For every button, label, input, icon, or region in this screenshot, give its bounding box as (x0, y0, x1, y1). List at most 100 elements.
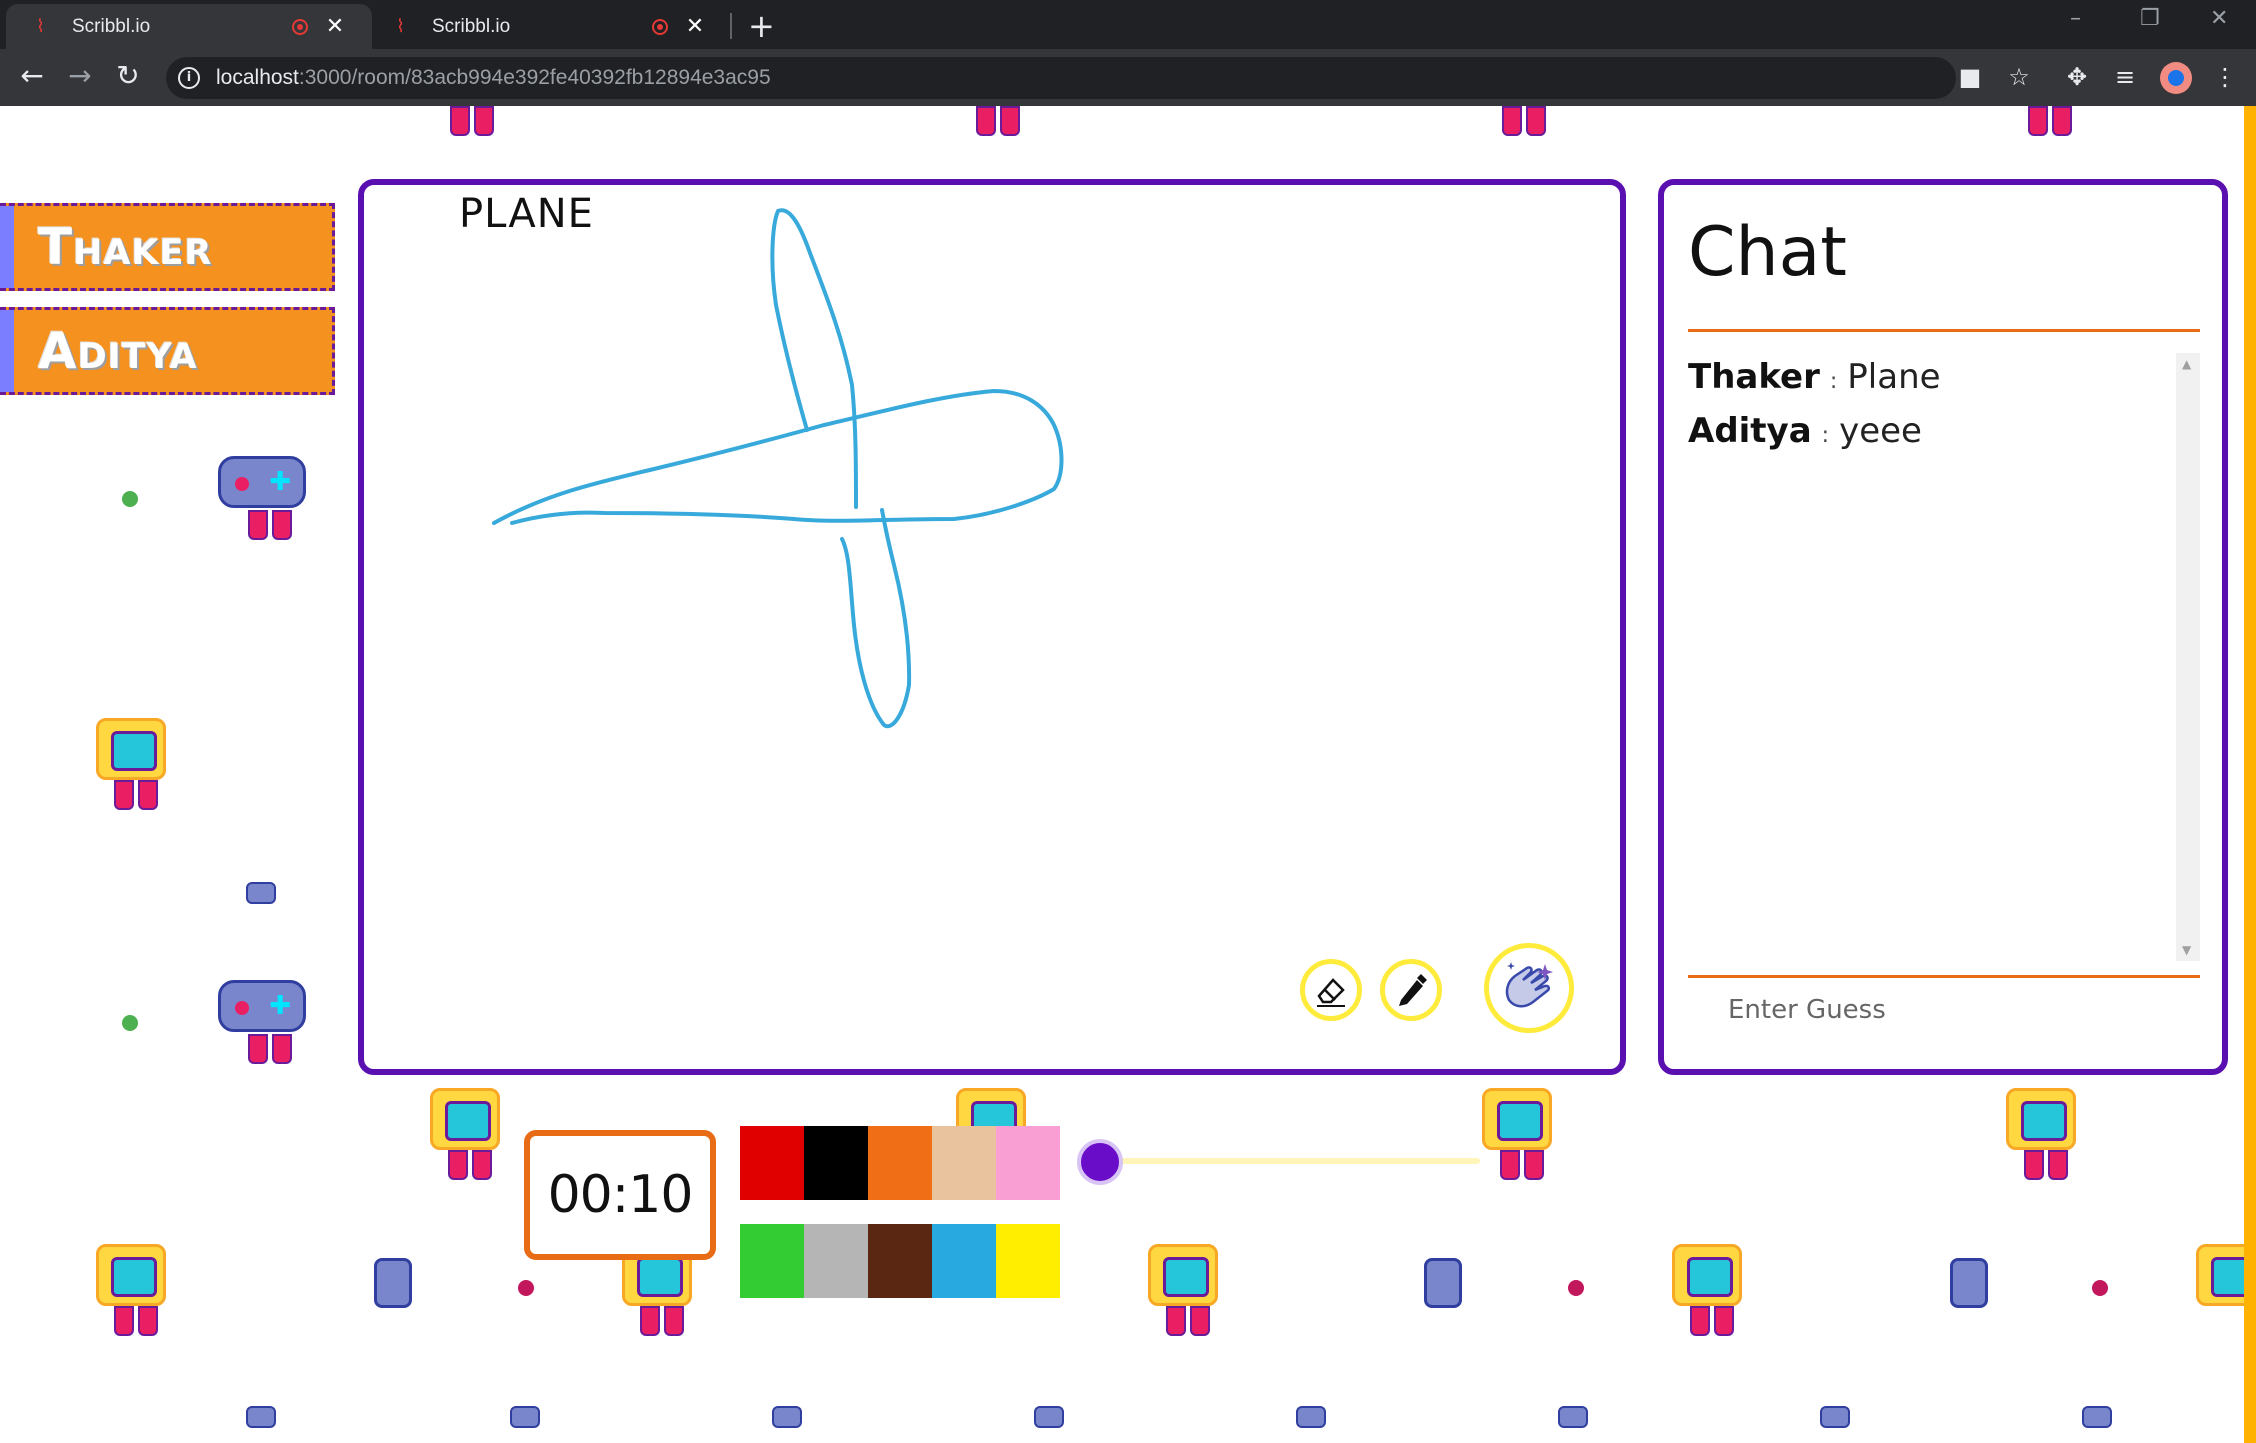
robot-legs-decoration-icon (640, 1306, 684, 1336)
mini-gamepad-decoration-icon (1820, 1406, 1850, 1428)
back-icon[interactable]: ← (14, 59, 50, 92)
mini-gamepad-decoration-icon (1558, 1406, 1588, 1428)
address-bar[interactable]: i localhost:3000/room/83acb994e392fe4039… (166, 57, 1956, 99)
robot-legs-decoration-icon (248, 1034, 292, 1064)
color-swatch-blue[interactable] (932, 1224, 996, 1298)
tab-separator (730, 13, 732, 39)
gamepad-decoration-icon (218, 980, 306, 1032)
mini-gamepad-decoration-icon (772, 1406, 802, 1428)
color-swatch-brown[interactable] (868, 1224, 932, 1298)
browser-tab-2[interactable]: ⌇ Scribbl.io ✕ (366, 4, 728, 49)
plane-sketch (492, 208, 1064, 729)
profile-avatar[interactable] (2160, 62, 2192, 94)
color-swatch-gray[interactable] (804, 1224, 868, 1298)
robot-decoration-icon (1672, 1244, 1742, 1306)
robot-decoration-icon (96, 718, 166, 780)
robot-decoration-icon (96, 1244, 166, 1306)
robot-decoration-icon (430, 1088, 500, 1150)
color-swatch-yellow[interactable] (996, 1224, 1060, 1298)
chat-divider-bottom (1688, 975, 2200, 978)
chat-message-text: yeee (1839, 411, 1922, 451)
chat-message-separator: : (1829, 369, 1838, 394)
dot-decoration (122, 1015, 138, 1031)
scroll-down-icon[interactable]: ▼ (2182, 943, 2191, 957)
robot-legs-decoration-icon (1166, 1306, 1210, 1336)
phone-decoration-icon (374, 1258, 412, 1308)
eraser-button[interactable] (1300, 959, 1362, 1021)
extensions-icon[interactable]: ✥ (2062, 63, 2092, 91)
browser-menu-icon[interactable]: ⋮ (2210, 63, 2240, 91)
eraser-icon (1317, 978, 1345, 1007)
media-controls-icon[interactable]: ≡ (2110, 63, 2140, 91)
color-swatch-beige[interactable] (932, 1126, 996, 1200)
pencil-button[interactable] (1380, 959, 1442, 1021)
browser-toolbar: ← → ↻ i localhost:3000/room/83acb994e392… (0, 49, 2256, 106)
mini-gamepad-decoration-icon (1296, 1406, 1326, 1428)
close-tab-icon[interactable]: ✕ (324, 14, 346, 39)
page-edge-decoration (2244, 106, 2256, 1443)
brush-size-slider[interactable] (1080, 1158, 1480, 1164)
pencil-icon (1399, 974, 1427, 1006)
close-tab-icon[interactable]: ✕ (684, 14, 706, 39)
dot-decoration (518, 1280, 534, 1296)
player-card-thaker: Thaker (0, 203, 335, 291)
bookmark-star-icon[interactable]: ☆ (2004, 63, 2034, 91)
scroll-up-icon[interactable]: ▲ (2182, 357, 2191, 371)
drawing-canvas[interactable]: PLANE (358, 179, 1626, 1075)
player-name: Aditya (38, 322, 198, 380)
reload-icon[interactable]: ↻ (110, 59, 146, 92)
clean-hands-icon (1505, 962, 1553, 1008)
color-swatch-red[interactable] (740, 1126, 804, 1200)
player-card-aditya: Aditya (0, 307, 335, 395)
close-window-icon[interactable]: ✕ (2210, 6, 2228, 31)
url-text[interactable]: localhost:3000/room/83acb994e392fe40392f… (216, 66, 771, 90)
gamepad-decoration-icon (218, 456, 306, 508)
color-swatch-orange[interactable] (868, 1126, 932, 1200)
robot-decoration-icon (2028, 106, 2072, 136)
color-swatch-pink[interactable] (996, 1126, 1060, 1200)
robot-legs-decoration-icon (1690, 1306, 1734, 1336)
chat-message-separator: : (1821, 423, 1830, 448)
chat-message-user: Thaker (1688, 357, 1820, 397)
tab-title: Scribbl.io (72, 15, 151, 37)
plane-lower-wing (840, 508, 912, 729)
mini-gamepad-decoration-icon (246, 882, 276, 904)
clear-canvas-button[interactable] (1484, 943, 1574, 1033)
url-path: :3000/room/83acb994e392fe40392fb12894e3a… (298, 66, 771, 89)
color-swatch-black[interactable] (804, 1126, 868, 1200)
dot-decoration (1568, 1280, 1584, 1296)
mini-gamepad-decoration-icon (246, 1406, 276, 1428)
chat-message: Aditya: yeee (1688, 407, 2200, 461)
forward-icon[interactable]: → (62, 59, 98, 92)
chat-message: Thaker: Plane (1688, 353, 2200, 407)
tab-title: Scribbl.io (432, 15, 511, 37)
robot-legs-decoration-icon (1500, 1150, 1544, 1180)
robot-decoration-icon (1502, 106, 1546, 136)
restore-window-icon[interactable]: ❐ (2140, 6, 2160, 31)
new-tab-icon[interactable]: + (748, 7, 775, 45)
robot-legs-decoration-icon (2024, 1150, 2068, 1180)
robot-decoration-icon (450, 106, 494, 136)
chat-message-list[interactable]: Thaker: Plane Aditya: yeee ▲ ▼ (1688, 353, 2200, 961)
robot-decoration-icon (2006, 1088, 2076, 1150)
recording-indicator-icon (652, 18, 668, 35)
recording-indicator-icon (292, 18, 308, 35)
color-swatch-green[interactable] (740, 1224, 804, 1298)
robot-legs-decoration-icon (114, 1306, 158, 1336)
chat-scrollbar[interactable]: ▲ ▼ (2176, 353, 2200, 961)
robot-decoration-icon (1482, 1088, 1552, 1150)
guess-input[interactable] (1728, 995, 2168, 1025)
minimize-window-icon[interactable]: – (2070, 6, 2081, 31)
chat-divider-top (1688, 329, 2200, 332)
browser-tab-1[interactable]: ⌇ Scribbl.io ✕ (6, 4, 372, 49)
site-info-icon[interactable]: i (178, 67, 200, 89)
player-name: Thaker (38, 218, 213, 276)
phone-decoration-icon (1950, 1258, 1988, 1308)
game-page: Thaker Aditya PLANE (0, 106, 2256, 1443)
robot-decoration-icon (976, 106, 1020, 136)
robot-legs-decoration-icon (448, 1150, 492, 1180)
mini-gamepad-decoration-icon (510, 1406, 540, 1428)
brush-size-slider-thumb[interactable] (1077, 1139, 1123, 1185)
camera-icon[interactable]: ■ (1955, 63, 1985, 91)
scribbl-favicon-icon: ⌇ (396, 15, 405, 37)
